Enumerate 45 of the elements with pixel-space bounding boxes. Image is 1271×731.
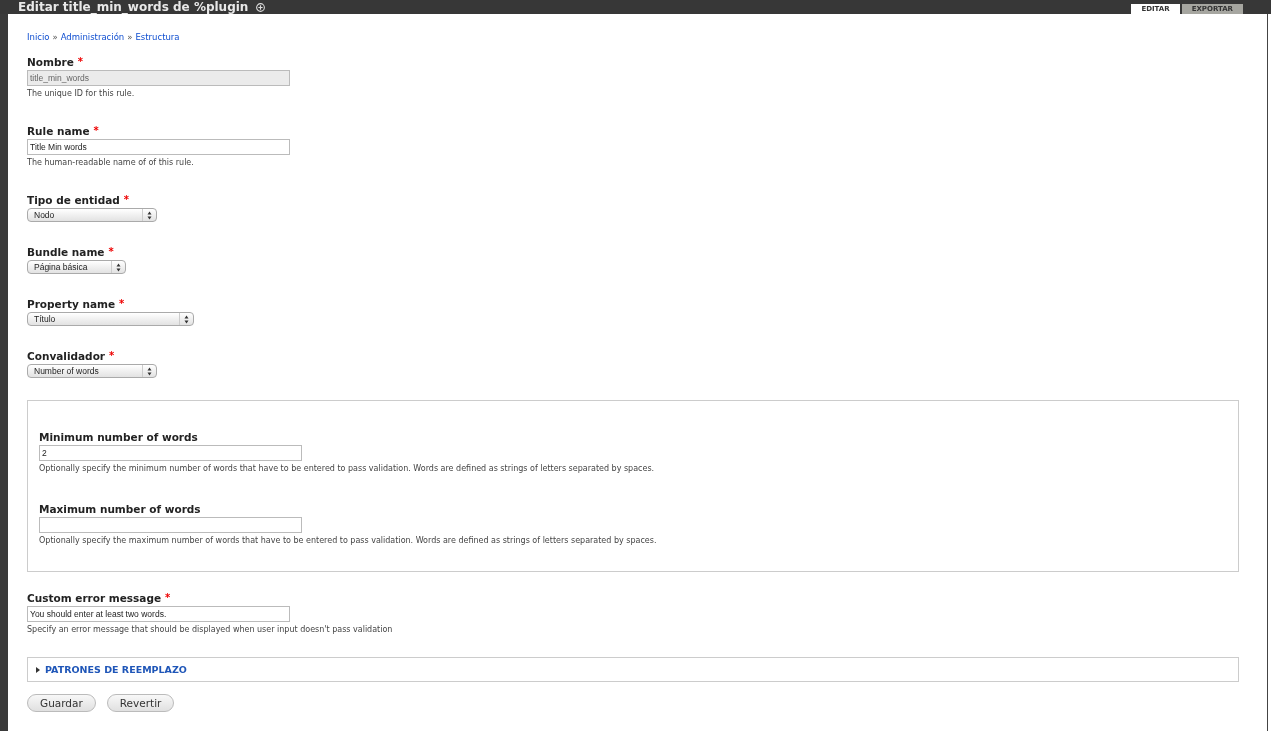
required-mark: * [119,298,125,310]
field-label: Nombre [27,56,74,68]
field-label: Property name [27,298,116,310]
field-description: Specify an error message that should be displayed when user input doesn't pass validation [27,625,394,634]
breadcrumb-link[interactable]: Inicio [27,32,50,42]
field-label: Rule name [27,125,90,137]
text-field: title_min_words [27,70,290,86]
required-mark: * [123,194,129,206]
text-field[interactable]: 2 [39,445,302,461]
required-mark: * [93,125,99,137]
breadcrumb-separator: » [127,32,133,42]
form-button[interactable]: Revertir [106,694,175,712]
add-shortcut-icon[interactable] [256,2,266,12]
required-mark: * [77,56,83,68]
field-description: The unique ID for this rule. [27,89,136,98]
required-mark: * [165,592,171,604]
breadcrumb-link[interactable]: Estructura [135,32,180,42]
text-field[interactable] [39,517,302,533]
field-label: Maximum number of words [39,503,201,515]
breadcrumb-link[interactable]: Administración [60,32,125,42]
up-down-arrows-icon [184,314,189,324]
field-label: Bundle name [27,246,105,258]
field-label: Convalidador [27,350,106,362]
up-down-arrows-icon [147,210,152,220]
select-dropdown[interactable]: Página básica [27,260,126,274]
up-down-arrows-icon [147,366,152,376]
triangle-icon [36,667,41,673]
text-field[interactable]: You should enter at least two words. [27,606,290,622]
breadcrumb-separator: » [52,32,58,42]
collapsible-toggle[interactable]: PATRONES DE REEMPLAZO [36,664,187,675]
required-mark: * [109,350,115,362]
text-field[interactable]: Title Min words [27,139,290,155]
field-label: Tipo de entidad [27,194,120,206]
field-label: Custom error message [27,592,162,604]
field-description: Optionally specify the minimum number of words that have to be entered to pass validation. Words are defined as strings of letters separated by spaces. [39,464,656,473]
select-dropdown[interactable]: Number of words [27,364,157,378]
page-title: Editar title_min_words de %plugin [18,0,249,14]
field-description: Optionally specify the maximum number of words that have to be entered to pass validation. Words are defined as strings of letters separated by spaces. [39,536,658,545]
select-dropdown[interactable]: Título [27,312,194,326]
form-button[interactable]: Guardar [27,694,96,712]
field-description: The human-readable name of of this rule. [27,158,195,167]
up-down-arrows-icon [116,262,121,272]
required-mark: * [108,246,114,258]
field-label: Minimum number of words [39,431,198,443]
select-dropdown[interactable]: Nodo [27,208,157,222]
